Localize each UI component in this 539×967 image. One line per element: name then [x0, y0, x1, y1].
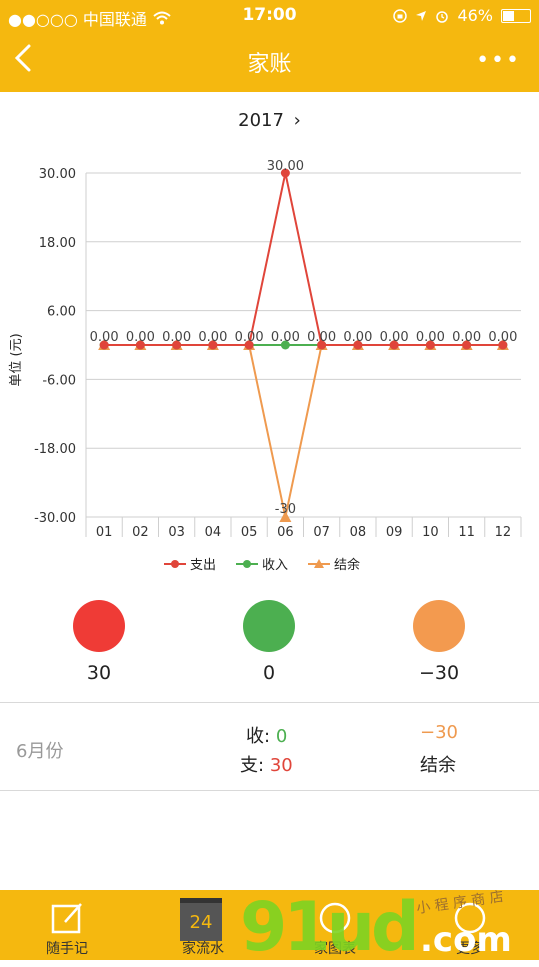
calendar-badge: 24 — [189, 912, 213, 933]
balance-total: −30 — [418, 662, 460, 684]
x-tick-label: 07 — [313, 525, 330, 540]
x-tick-label: 11 — [458, 525, 475, 540]
data-label-trough: -30 — [275, 502, 296, 517]
y-axis-label: 单位 (元) — [9, 333, 24, 386]
expense-total: 30 — [86, 662, 112, 684]
expense-row: 支: 30 — [240, 751, 293, 777]
x-tick-label: 12 — [495, 525, 512, 540]
expense-value: 30 — [269, 755, 293, 776]
data-label: 0.00 — [343, 330, 372, 345]
rotation-lock-icon — [393, 8, 408, 23]
data-label: 0.00 — [90, 330, 119, 345]
monthly-line-chart: 30.00 18.00 6.00 -6.00 -18.00 -30.00 01 02 03 04 0… — [9, 159, 522, 573]
y-tick-label: 30.00 — [39, 167, 76, 182]
x-tick-label: 08 — [350, 525, 367, 540]
income-total: 0 — [262, 662, 276, 684]
data-label: 0.00 — [488, 330, 517, 345]
data-label: 0.00 — [380, 330, 409, 345]
x-tick-label: 05 — [241, 525, 258, 540]
x-tick-label: 03 — [168, 525, 185, 540]
more-dots-icon: ••• — [476, 48, 521, 73]
calendar-icon: 24 — [180, 898, 222, 941]
month-label[interactable]: 6月份 — [16, 737, 63, 763]
balance-value: −30 — [420, 722, 458, 743]
battery-percent: 46% — [457, 6, 493, 25]
nav-bar: 家账 ••• — [0, 30, 539, 92]
data-label: 0.00 — [162, 330, 191, 345]
alarm-icon — [436, 10, 449, 23]
x-tick-label: 09 — [386, 525, 403, 540]
notepad-edit-icon — [51, 903, 82, 934]
y-tick-label: -30.00 — [34, 511, 76, 526]
chevron-right-icon: › — [293, 110, 301, 131]
income-label: 收: — [246, 726, 271, 747]
legend-marker — [243, 560, 251, 568]
location-arrow-icon — [416, 10, 427, 21]
more-button[interactable]: ••• — [476, 48, 521, 73]
data-label: 0.00 — [198, 330, 227, 345]
data-label: 0.00 — [307, 330, 336, 345]
data-label: 0.00 — [235, 330, 264, 345]
income-circle-icon — [243, 600, 295, 652]
year-label: 2017 — [238, 110, 284, 131]
balance-label: 结余 — [420, 755, 456, 776]
x-tick-label: 10 — [422, 525, 439, 540]
year-selector[interactable]: 2017 › — [0, 110, 539, 131]
x-tick-label: 01 — [96, 525, 113, 540]
y-tick-label: 18.00 — [39, 236, 76, 251]
status-right: 46% — [393, 6, 531, 25]
balance-circle-icon — [413, 600, 465, 652]
tab-quick-note-label: 随手记 — [46, 941, 88, 957]
legend-marker — [171, 560, 179, 568]
page-title: 家账 — [247, 52, 292, 77]
x-tick-label: 06 — [277, 525, 294, 540]
legend-label: 收入 — [262, 558, 288, 573]
tab-quick-note[interactable]: 随手记 — [22, 890, 112, 960]
divider-top — [0, 702, 539, 703]
totals-summary: 30 0 −30 — [0, 600, 539, 700]
expense-label: 支: — [240, 755, 265, 776]
data-label: 0.00 — [416, 330, 445, 345]
divider-bottom — [0, 790, 539, 791]
battery-icon — [501, 8, 531, 23]
x-tick-label: 02 — [132, 525, 149, 540]
watermark-domain: .com — [420, 920, 512, 960]
legend-label: 结余 — [334, 557, 360, 573]
income-row: 收: 0 — [246, 722, 287, 748]
expense-circle-icon — [73, 600, 125, 652]
data-label-peak: 30.00 — [267, 159, 304, 174]
x-tick-label: 04 — [205, 525, 222, 540]
y-tick-label: 6.00 — [47, 305, 76, 320]
data-label: 0.00 — [126, 330, 155, 345]
status-bar: ●●○○○ 中国联通 17:00 46% — [0, 0, 539, 30]
y-tick-label: -6.00 — [42, 373, 76, 388]
series-line-0 — [104, 172, 503, 346]
legend-label: 支出 — [190, 558, 216, 573]
series-line-2 — [104, 344, 503, 518]
income-value: 0 — [275, 726, 288, 747]
data-label: 0.00 — [452, 330, 481, 345]
watermark-brand: 91ud — [240, 888, 420, 967]
data-label: 0.00 — [271, 330, 300, 345]
y-tick-label: -18.00 — [34, 442, 76, 457]
